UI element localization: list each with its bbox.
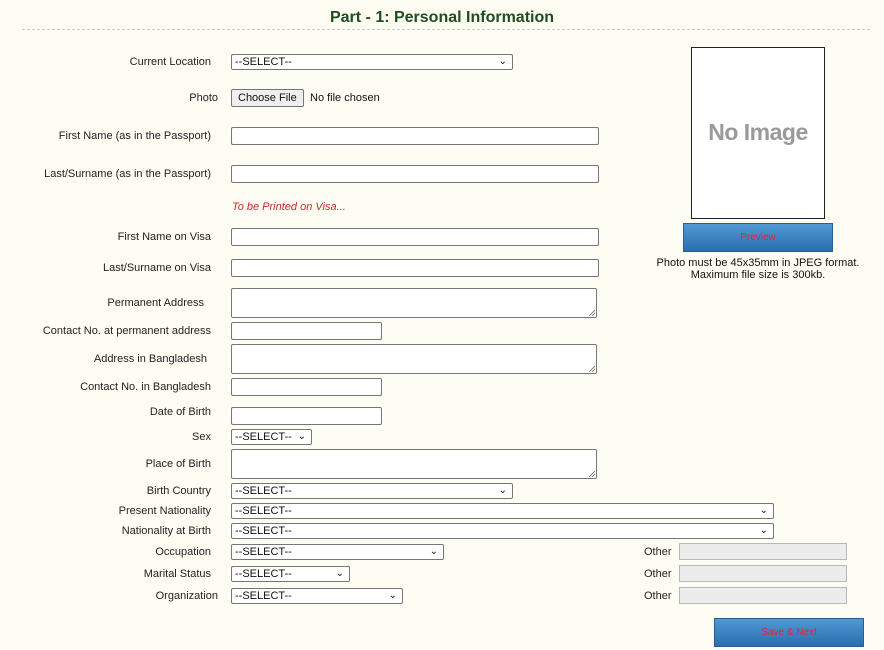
organization-other-input xyxy=(679,587,847,604)
visa-print-note: To be Printed on Visa... xyxy=(232,201,346,213)
marital-other-input xyxy=(679,565,847,582)
organization-label: Organization xyxy=(155,590,218,602)
nationality-at-birth-label: Nationality at Birth xyxy=(121,525,211,537)
resize-grip-icon[interactable] xyxy=(589,366,595,372)
dob-input[interactable] xyxy=(231,407,382,425)
photo-requirements-note: Photo must be 45x35mm in JPEG format. Ma… xyxy=(640,257,876,281)
chevron-down-icon: ⌄ xyxy=(498,485,507,496)
photo-note-line2: Maximum file size is 300kb. xyxy=(690,269,826,281)
occupation-value: --SELECT-- xyxy=(235,546,292,558)
marital-status-select[interactable]: --SELECT-- ⌄ xyxy=(231,566,350,582)
sex-select[interactable]: --SELECT-- ⌄ xyxy=(231,429,312,445)
resize-grip-icon[interactable] xyxy=(589,471,595,477)
organization-value: --SELECT-- xyxy=(235,590,292,602)
no-image-placeholder: No Image xyxy=(708,119,808,145)
occupation-other-input xyxy=(679,543,847,560)
nationality-at-birth-value: --SELECT-- xyxy=(235,525,292,537)
preview-button[interactable]: Preview xyxy=(683,223,833,252)
first-name-visa-label: First Name on Visa xyxy=(117,231,211,243)
address-bd-label: Address in Bangladesh xyxy=(93,353,207,365)
last-name-passport-label: Last/Surname (as in the Passport) xyxy=(44,168,211,180)
occupation-select[interactable]: --SELECT-- ⌄ xyxy=(231,544,444,560)
birth-country-label: Birth Country xyxy=(146,485,211,497)
occupation-other-label: Other xyxy=(644,546,672,558)
permanent-address-label: Permanent Address xyxy=(107,297,204,309)
chevron-down-icon: ⌄ xyxy=(498,56,507,67)
contact-permanent-label: Contact No. at permanent address xyxy=(42,325,211,337)
chevron-down-icon: ⌄ xyxy=(759,505,768,516)
marital-other-label: Other xyxy=(644,568,672,580)
chevron-down-icon: ⌄ xyxy=(297,431,306,442)
file-status: No file chosen xyxy=(310,92,380,104)
chevron-down-icon: ⌄ xyxy=(335,568,344,579)
photo-note-line1: Photo must be 45x35mm in JPEG format. xyxy=(656,257,860,269)
sex-label: Sex xyxy=(192,431,211,443)
chevron-down-icon: ⌄ xyxy=(429,546,438,557)
contact-permanent-input[interactable] xyxy=(231,322,382,340)
photo-preview-box: No Image xyxy=(691,47,825,219)
choose-file-button[interactable]: Choose File xyxy=(231,89,304,107)
current-location-select[interactable]: --SELECT-- ⌄ xyxy=(231,54,513,70)
last-name-visa-label: Last/Surname on Visa xyxy=(102,262,211,274)
address-bd-textarea[interactable] xyxy=(231,344,597,374)
present-nationality-label: Present Nationality xyxy=(118,505,211,517)
permanent-address-textarea[interactable] xyxy=(231,288,597,318)
nationality-at-birth-select[interactable]: --SELECT-- ⌄ xyxy=(231,523,774,539)
birth-country-value: --SELECT-- xyxy=(235,485,292,497)
save-next-button[interactable]: Save & Next xyxy=(714,618,864,647)
last-name-passport-input[interactable] xyxy=(231,165,599,183)
page-title: Part - 1: Personal Information xyxy=(329,9,555,26)
present-nationality-value: --SELECT-- xyxy=(235,505,292,517)
organization-select[interactable]: --SELECT-- ⌄ xyxy=(231,588,403,604)
resize-grip-icon[interactable] xyxy=(589,310,595,316)
chevron-down-icon: ⌄ xyxy=(759,525,768,536)
first-name-passport-input[interactable] xyxy=(231,127,599,145)
current-location-value: --SELECT-- xyxy=(235,56,292,68)
sex-value: --SELECT-- xyxy=(235,431,292,443)
organization-other-label: Other xyxy=(644,590,672,602)
chevron-down-icon: ⌄ xyxy=(388,590,397,601)
present-nationality-select[interactable]: --SELECT-- ⌄ xyxy=(231,503,774,519)
marital-status-value: --SELECT-- xyxy=(235,568,292,580)
contact-bd-label: Contact No. in Bangladesh xyxy=(80,381,211,393)
place-of-birth-textarea[interactable] xyxy=(231,449,597,479)
dob-label: Date of Birth xyxy=(149,406,211,418)
birth-country-select[interactable]: --SELECT-- ⌄ xyxy=(231,483,513,499)
first-name-visa-input[interactable] xyxy=(231,228,599,246)
current-location-label: Current Location xyxy=(129,56,211,68)
place-of-birth-label: Place of Birth xyxy=(145,458,211,470)
occupation-label: Occupation xyxy=(155,546,211,558)
contact-bd-input[interactable] xyxy=(231,378,382,396)
first-name-passport-label: First Name (as in the Passport) xyxy=(58,130,211,142)
last-name-visa-input[interactable] xyxy=(231,259,599,277)
marital-status-label: Marital Status xyxy=(143,568,211,580)
title-divider xyxy=(22,29,870,30)
photo-label: Photo xyxy=(189,92,218,104)
